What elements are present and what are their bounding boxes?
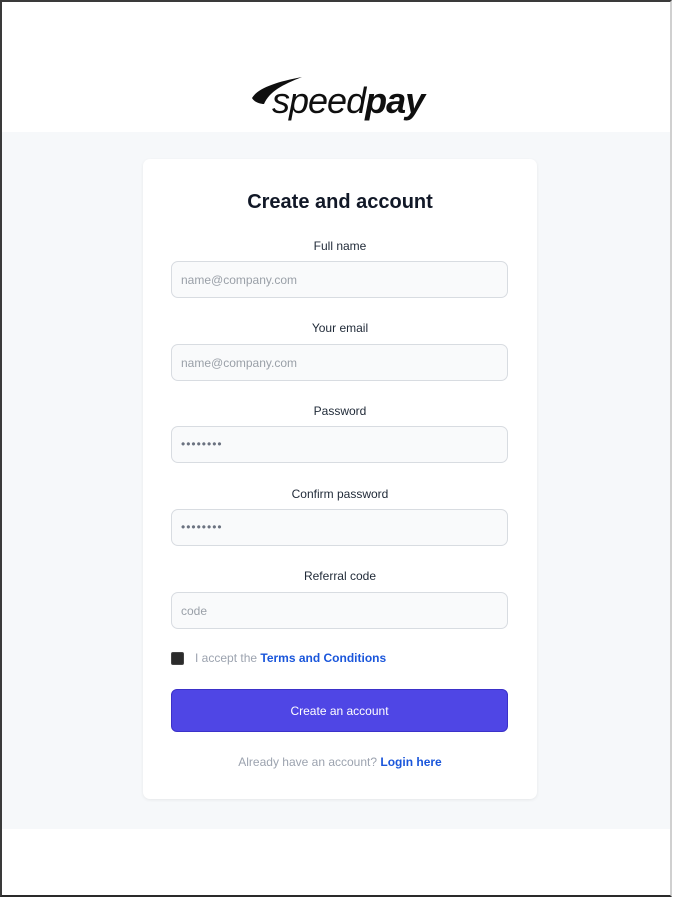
login-link[interactable]: Login here bbox=[380, 755, 441, 769]
login-prompt: Already have an account? Login here bbox=[143, 755, 537, 769]
password-label: Password bbox=[313, 404, 367, 418]
form-title: Create and account bbox=[247, 191, 433, 213]
brand-logo: speedpay bbox=[250, 74, 430, 124]
password-input[interactable] bbox=[171, 426, 508, 463]
confirm-password-input[interactable] bbox=[171, 509, 508, 546]
terms-checkbox[interactable] bbox=[171, 652, 184, 665]
email-input[interactable] bbox=[171, 344, 508, 381]
referral-code-input[interactable] bbox=[171, 592, 508, 629]
brand-name-suffix: pay bbox=[365, 80, 425, 121]
brand-name: speedpay bbox=[272, 80, 425, 122]
terms-text: I accept the Terms and Conditions bbox=[195, 651, 386, 665]
confirm-password-label: Confirm password bbox=[291, 487, 389, 501]
brand-name-prefix: speed bbox=[272, 80, 366, 121]
email-label: Your email bbox=[311, 321, 369, 335]
full-name-input[interactable] bbox=[171, 261, 508, 298]
referral-code-label: Referral code bbox=[303, 569, 377, 583]
terms-prefix: I accept the bbox=[195, 651, 258, 665]
full-name-label: Full name bbox=[313, 239, 367, 253]
login-prompt-text: Already have an account? bbox=[238, 755, 378, 769]
terms-link[interactable]: Terms and Conditions bbox=[260, 651, 386, 665]
window-edge bbox=[672, 0, 679, 900]
signup-card: Create and account Full name Your email … bbox=[143, 159, 537, 799]
create-account-button[interactable]: Create an account bbox=[171, 689, 508, 732]
